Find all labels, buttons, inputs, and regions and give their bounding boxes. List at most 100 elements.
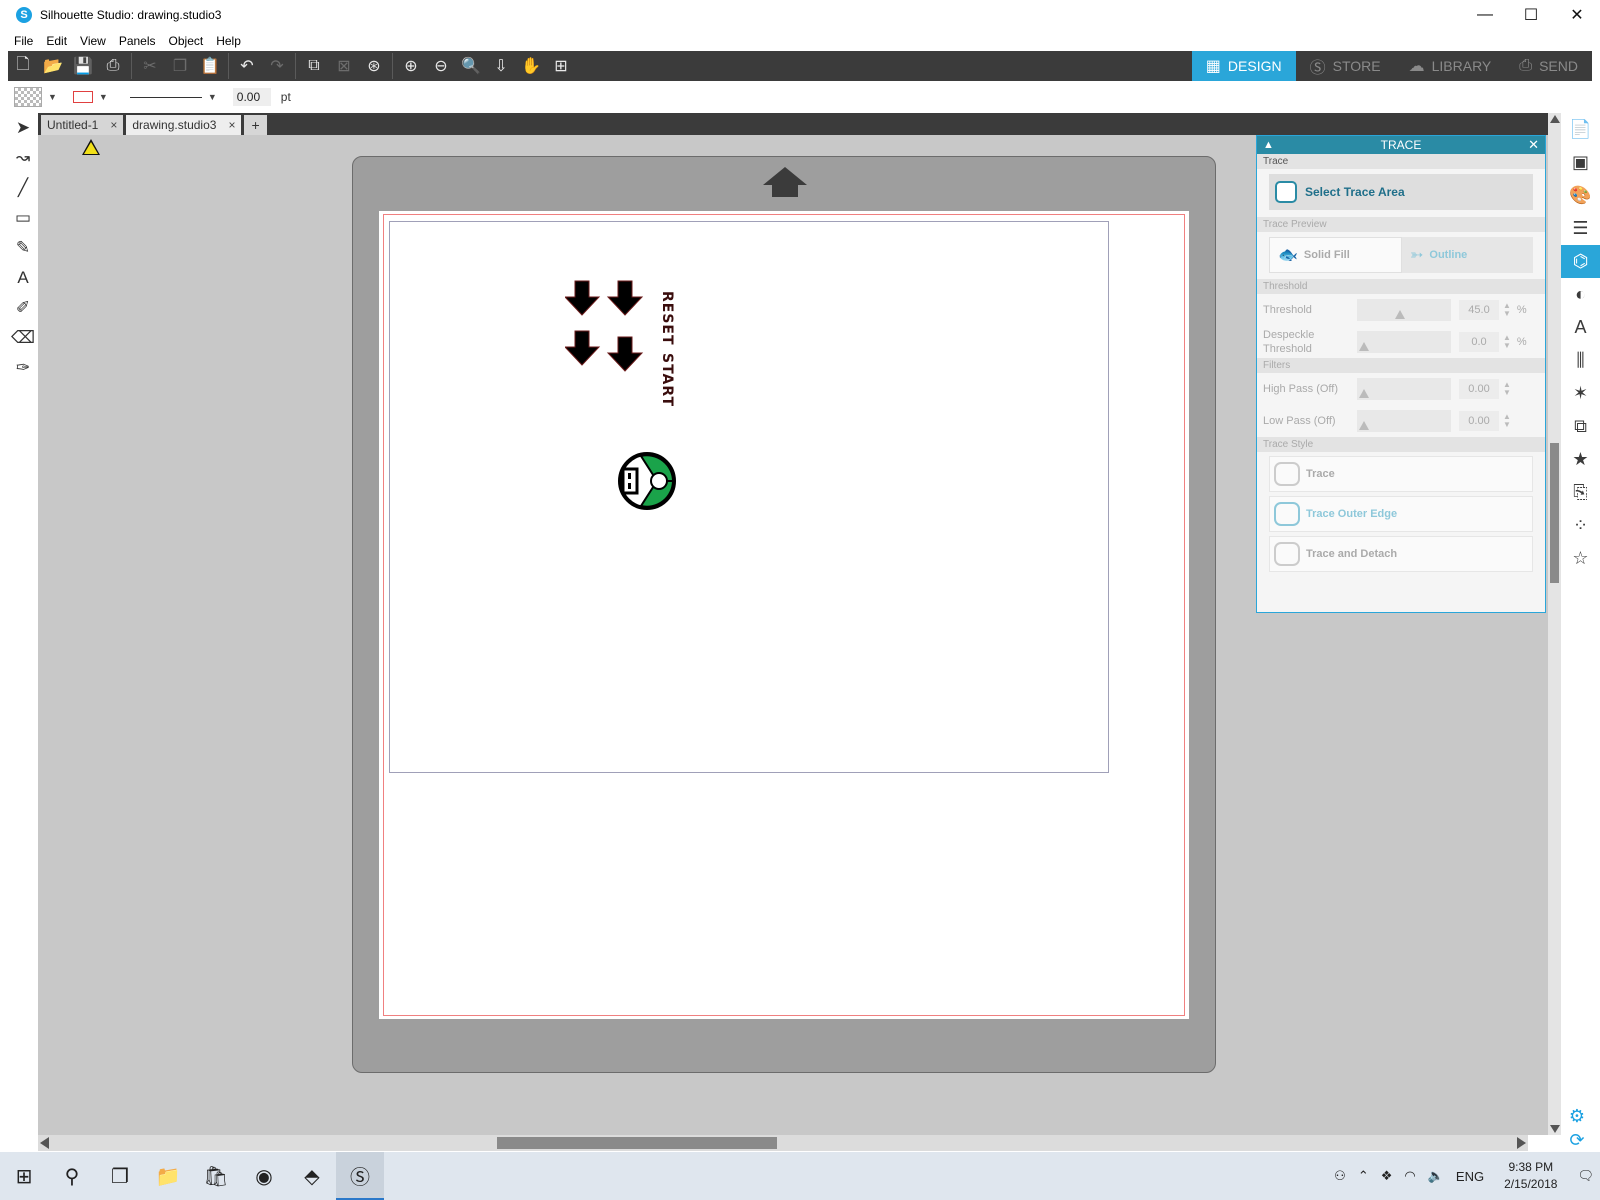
close-button[interactable]: ✕: [1554, 0, 1600, 30]
ungroup-icon[interactable]: ⊠: [329, 51, 359, 81]
people-icon[interactable]: ⚇: [1334, 1168, 1346, 1184]
eraser-tool-icon[interactable]: ⌫: [8, 323, 38, 353]
close-tab-icon[interactable]: ×: [228, 118, 235, 132]
menu-object[interactable]: Object: [169, 34, 204, 48]
slider-knob[interactable]: [1359, 342, 1369, 351]
print-icon[interactable]: ⎙: [98, 51, 128, 81]
select-arrow-icon[interactable]: ➤: [8, 113, 38, 143]
high-pass-input[interactable]: 0.00: [1459, 379, 1499, 399]
despeckle-slider[interactable]: [1357, 331, 1451, 353]
eyedropper-icon[interactable]: ✑: [8, 353, 38, 383]
new-document-icon[interactable]: 🗋: [8, 51, 38, 81]
cut-icon[interactable]: ✂: [135, 51, 165, 81]
page-setup-icon[interactable]: 📄: [1561, 113, 1600, 146]
edit-points-icon[interactable]: ↝: [8, 143, 38, 173]
horizontal-scrollbar[interactable]: [38, 1135, 1528, 1151]
solid-fill-button[interactable]: 🐟 Solid Fill: [1269, 237, 1402, 273]
line-weight-input[interactable]: 0.00: [232, 88, 271, 106]
line-tool-icon[interactable]: ╱: [8, 173, 38, 203]
line-style-icon[interactable]: ☰: [1561, 212, 1600, 245]
collapse-icon[interactable]: ▲: [1263, 136, 1274, 154]
vertical-scroll-thumb[interactable]: [1550, 443, 1559, 583]
store-mode-tab[interactable]: Ⓢ STORE: [1296, 51, 1395, 81]
fill-color-swatch[interactable]: [14, 87, 42, 107]
start-label[interactable]: START: [659, 353, 675, 407]
scroll-down-icon[interactable]: [1550, 1125, 1560, 1133]
spinner-icon[interactable]: ▲ ▼: [1503, 334, 1511, 350]
clock[interactable]: 9:38 PM 2/15/2018: [1504, 1159, 1557, 1193]
sync-icon[interactable]: ⟳: [1565, 1128, 1589, 1152]
trace-and-detach-button[interactable]: Trace and Detach: [1269, 536, 1533, 572]
send-panel-icon[interactable]: ⎘: [1561, 476, 1600, 509]
star-outline-icon[interactable]: ☆: [1561, 542, 1600, 575]
language-indicator[interactable]: ENG: [1456, 1169, 1484, 1184]
design-mode-tab[interactable]: ▦ DESIGN: [1191, 51, 1296, 81]
group-icon[interactable]: ⧉: [299, 51, 329, 81]
outline-button[interactable]: ➳ Outline: [1402, 237, 1533, 273]
minimize-button[interactable]: —: [1462, 0, 1508, 30]
pixscan-icon[interactable]: ▣: [1561, 146, 1600, 179]
open-folder-icon[interactable]: 📂: [38, 51, 68, 81]
align-icon[interactable]: ⫼: [1561, 344, 1600, 377]
knife-tool-icon[interactable]: ✐: [8, 293, 38, 323]
slider-knob[interactable]: [1359, 421, 1369, 430]
horizontal-scroll-thumb[interactable]: [497, 1137, 777, 1149]
chevron-down-icon[interactable]: ▼: [99, 92, 108, 102]
despeckle-input[interactable]: 0.0: [1459, 332, 1499, 352]
menu-file[interactable]: File: [14, 34, 33, 48]
line-style-sample[interactable]: [129, 96, 202, 98]
send-mode-tab[interactable]: ⎙ SEND: [1505, 51, 1592, 81]
slider-knob[interactable]: [1395, 310, 1405, 319]
search-icon[interactable]: ⚲: [48, 1152, 96, 1200]
threshold-slider[interactable]: [1357, 299, 1451, 321]
low-pass-slider[interactable]: [1357, 410, 1451, 432]
text-style-icon[interactable]: A: [1561, 311, 1600, 344]
sketch-dots-icon[interactable]: ⁘: [1561, 509, 1600, 542]
tab-untitled-1[interactable]: Untitled-1 ×: [41, 115, 124, 135]
copy-icon[interactable]: ❐: [165, 51, 195, 81]
notifications-icon[interactable]: 🗨: [1577, 1168, 1594, 1184]
pan-hand-icon[interactable]: ✋: [516, 51, 546, 81]
save-icon[interactable]: 💾: [68, 51, 98, 81]
scroll-right-icon[interactable]: [1517, 1137, 1526, 1149]
chevron-up-icon[interactable]: ⌃: [1358, 1168, 1369, 1184]
zoom-selected-icon[interactable]: 🔍: [456, 51, 486, 81]
select-by-color-icon[interactable]: ⊛: [359, 51, 389, 81]
menu-help[interactable]: Help: [216, 34, 241, 48]
chevron-down-icon[interactable]: ▼: [208, 92, 217, 102]
spinner-icon[interactable]: ▲ ▼: [1503, 381, 1511, 397]
silhouette-taskbar-icon[interactable]: Ⓢ: [336, 1152, 384, 1200]
trace-button[interactable]: Trace: [1269, 456, 1533, 492]
new-tab-button[interactable]: +: [244, 115, 267, 135]
close-panel-icon[interactable]: ✕: [1528, 136, 1539, 154]
high-pass-slider[interactable]: [1357, 378, 1451, 400]
select-trace-area-button[interactable]: Select Trace Area: [1269, 174, 1533, 210]
slider-knob[interactable]: [1359, 389, 1369, 398]
spinner-icon[interactable]: ▲ ▼: [1503, 302, 1511, 318]
arrow-graphics[interactable]: [565, 279, 659, 375]
chrome-icon[interactable]: ◉: [240, 1152, 288, 1200]
close-tab-icon[interactable]: ×: [110, 118, 117, 132]
mushroom-graphic[interactable]: [617, 451, 677, 511]
zoom-out-icon[interactable]: ⊖: [426, 51, 456, 81]
windows-start-icon[interactable]: ⊞: [0, 1152, 48, 1200]
line-color-swatch[interactable]: [72, 91, 93, 103]
file-explorer-icon[interactable]: 📁: [144, 1152, 192, 1200]
redo-icon[interactable]: ↷: [262, 51, 292, 81]
menu-panels[interactable]: Panels: [119, 34, 156, 48]
store-app-icon[interactable]: 🛍: [192, 1152, 240, 1200]
spinner-icon[interactable]: ▲ ▼: [1503, 413, 1511, 429]
trace-outer-edge-button[interactable]: Trace Outer Edge: [1269, 496, 1533, 532]
menu-view[interactable]: View: [80, 34, 106, 48]
page-area[interactable]: RESET START: [379, 211, 1189, 1019]
volume-icon[interactable]: 🔈: [1428, 1168, 1444, 1184]
paste-icon[interactable]: 📋: [195, 51, 225, 81]
task-view-icon[interactable]: ❐: [96, 1152, 144, 1200]
transform-icon[interactable]: ✶: [1561, 377, 1600, 410]
undo-icon[interactable]: ↶: [232, 51, 262, 81]
fit-to-page-icon[interactable]: ⊞: [546, 51, 576, 81]
dropbox-icon[interactable]: ❖: [1381, 1168, 1393, 1184]
settings-gear-icon[interactable]: ⚙: [1565, 1104, 1589, 1128]
app-pinned-icon[interactable]: ⬘: [288, 1152, 336, 1200]
trace-icon[interactable]: ⌬: [1561, 245, 1600, 278]
